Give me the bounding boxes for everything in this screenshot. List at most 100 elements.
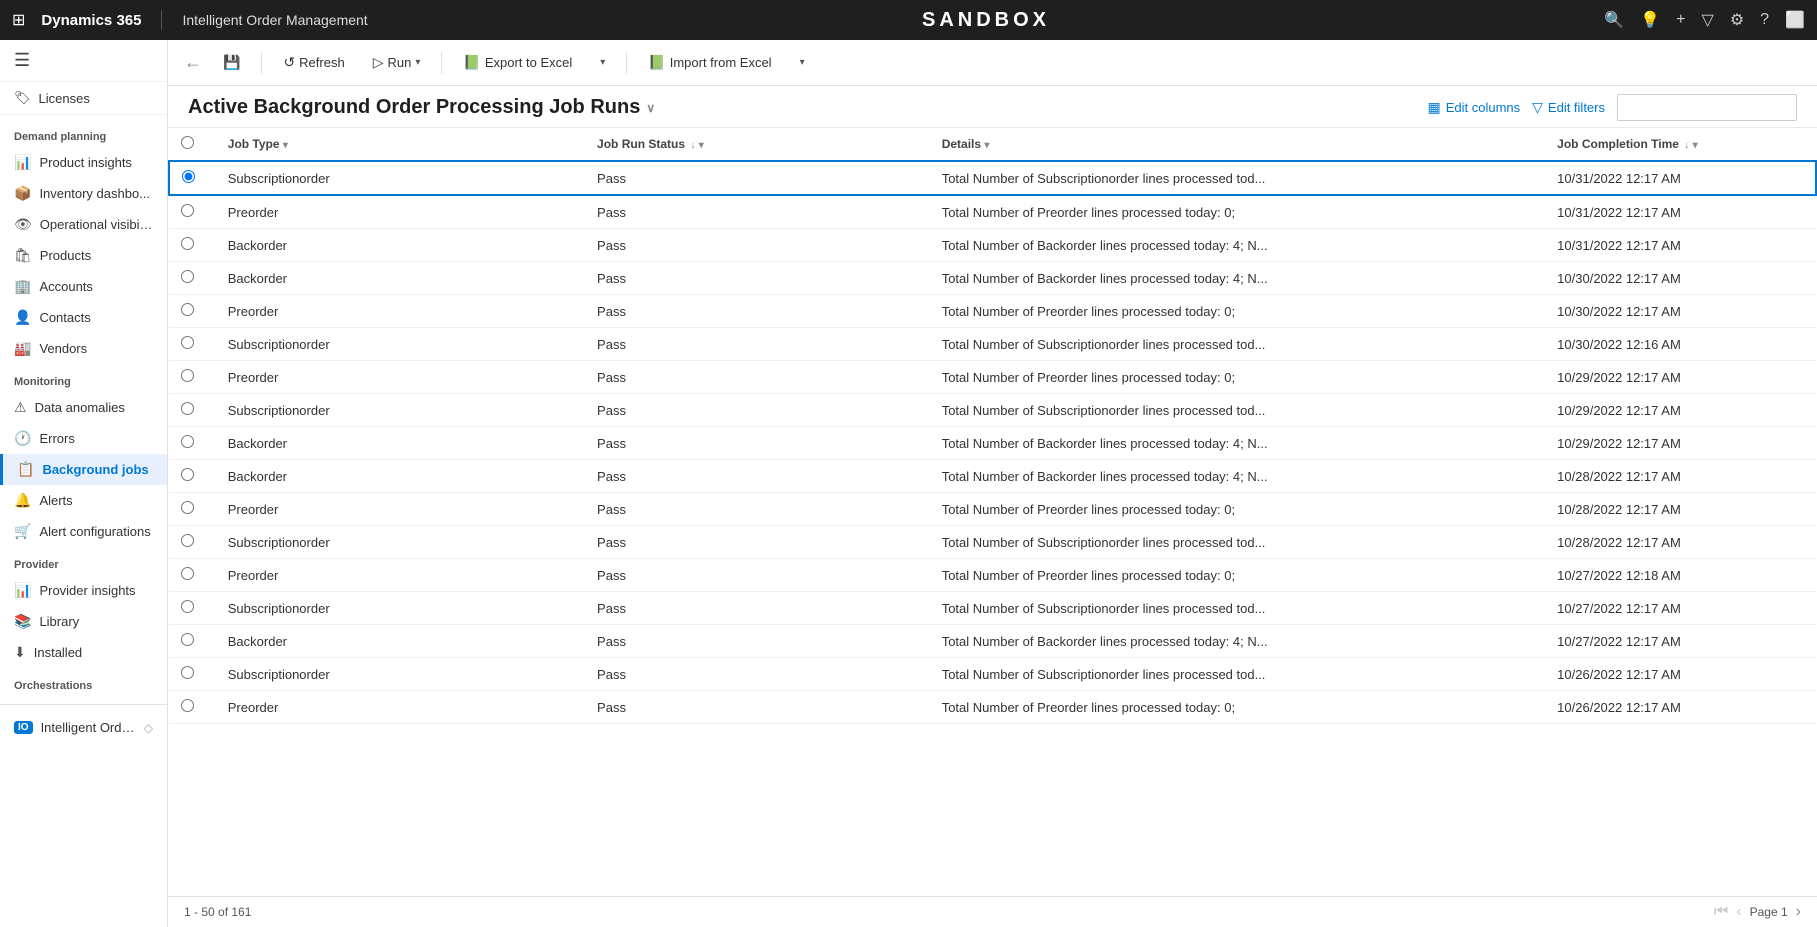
run-button[interactable]: ▷ Run ▾ [362,48,432,77]
table-row[interactable]: Subscriptionorder Pass Total Number of S… [169,161,1816,195]
sidebar-item-accounts[interactable]: 🏢 Accounts [0,271,167,302]
row-checkbox-cell [169,295,216,328]
row-checkbox[interactable] [181,567,194,580]
sidebar-item-provider-insights[interactable]: 📊 Provider insights [0,575,167,606]
table-row[interactable]: Backorder Pass Total Number of Backorder… [169,229,1816,262]
sidebar-item-installed[interactable]: ⬇ Installed [0,637,167,668]
details-cell: Total Number of Preorder lines processed… [930,195,1545,229]
row-checkbox[interactable] [181,600,194,613]
search-input[interactable] [1617,94,1797,121]
sidebar-item-data-anomalies[interactable]: ⚠ Data anomalies [0,392,167,423]
job-status-filter[interactable]: ▾ [699,140,704,151]
table-row[interactable]: Subscriptionorder Pass Total Number of S… [169,526,1816,559]
edit-filters-link[interactable]: ▽ Edit filters [1532,99,1605,116]
sidebar-item-library[interactable]: 📚 Library [0,606,167,637]
row-checkbox[interactable] [181,336,194,349]
first-page-button[interactable]: ⏮ [1714,903,1728,921]
sidebar-item-operational-visibility[interactable]: 👁 Operational visibil... [0,209,167,240]
row-checkbox[interactable] [181,204,194,217]
row-checkbox[interactable] [181,402,194,415]
hamburger-menu[interactable]: ☰ [0,40,167,82]
time-filter[interactable]: ▾ [1693,140,1698,151]
job-completion-time-column-header[interactable]: Job Completion Time ↓ ▾ [1545,128,1816,161]
edit-columns-link[interactable]: ▦ Edit columns [1427,99,1520,116]
details-cell: Total Number of Backorder lines processe… [930,262,1545,295]
row-checkbox[interactable] [181,270,194,283]
lightbulb-icon[interactable]: 💡 [1640,10,1660,30]
job-type-filter[interactable]: ▾ [283,140,288,151]
filter-icon[interactable]: ▽ [1702,10,1714,30]
remote-icon[interactable]: ⬜ [1785,10,1805,30]
row-checkbox[interactable] [181,699,194,712]
row-checkbox[interactable] [181,369,194,382]
row-checkbox[interactable] [181,534,194,547]
details-cell: Total Number of Subscriptionorder lines … [930,592,1545,625]
export-button[interactable]: 📗 Export to Excel [452,48,583,77]
import-dropdown-button[interactable]: ▾ [789,51,816,74]
refresh-icon: ↺ [283,54,295,71]
table-row[interactable]: Subscriptionorder Pass Total Number of S… [169,592,1816,625]
table-row[interactable]: Backorder Pass Total Number of Backorder… [169,262,1816,295]
back-button[interactable]: ← [184,52,202,73]
details-filter[interactable]: ▾ [984,140,989,151]
table-row[interactable]: Preorder Pass Total Number of Preorder l… [169,361,1816,394]
row-checkbox[interactable] [182,170,195,183]
run-dropdown-arrow[interactable]: ▾ [415,57,420,68]
table-row[interactable]: Preorder Pass Total Number of Preorder l… [169,493,1816,526]
grid-menu-button[interactable]: ⊞ [12,10,25,30]
import-button[interactable]: 📗 Import from Excel [637,48,782,77]
errors-label: Errors [39,431,74,446]
sidebar-item-licenses[interactable]: 🏷 Licenses [0,82,167,115]
row-checkbox[interactable] [181,435,194,448]
table-row[interactable]: Preorder Pass Total Number of Preorder l… [169,559,1816,592]
next-page-button[interactable]: › [1796,903,1801,921]
inventory-icon: 📦 [14,185,31,202]
sidebar-item-alerts[interactable]: 🔔 Alerts [0,485,167,516]
job-type-cell: Subscriptionorder [216,526,585,559]
prev-page-button[interactable]: ‹ [1736,903,1741,921]
details-column-header[interactable]: Details ▾ [930,128,1545,161]
run-label: Run [387,55,411,70]
export-dropdown-button[interactable]: ▾ [589,51,616,74]
io-diamond-icon: ◇ [144,721,153,735]
add-icon[interactable]: + [1676,11,1685,29]
table-row[interactable]: Backorder Pass Total Number of Backorder… [169,460,1816,493]
sidebar-item-products[interactable]: 🛍 Products [0,240,167,271]
refresh-button[interactable]: ↺ Refresh [272,48,355,77]
row-checkbox[interactable] [181,666,194,679]
table-row[interactable]: Subscriptionorder Pass Total Number of S… [169,394,1816,427]
sidebar-item-contacts[interactable]: 👤 Contacts [0,302,167,333]
sidebar-item-background-jobs[interactable]: 📋 Background jobs [0,454,167,485]
row-checkbox[interactable] [181,303,194,316]
sidebar-bottom-item-io[interactable]: IO Intelligent Order ... ◇ [0,713,167,742]
page-title-chevron[interactable]: ∨ [646,101,655,115]
sidebar-item-errors[interactable]: 🕐 Errors [0,423,167,454]
sidebar-item-alert-configurations[interactable]: 🛒 Alert configurations [0,516,167,547]
row-checkbox[interactable] [181,633,194,646]
table-row[interactable]: Subscriptionorder Pass Total Number of S… [169,328,1816,361]
table-row[interactable]: Preorder Pass Total Number of Preorder l… [169,691,1816,724]
settings-icon[interactable]: ⚙ [1730,10,1744,30]
brand-label: Dynamics 365 [41,12,141,29]
table-row[interactable]: Subscriptionorder Pass Total Number of S… [169,658,1816,691]
table-row[interactable]: Preorder Pass Total Number of Preorder l… [169,295,1816,328]
select-all-checkbox[interactable] [181,136,194,149]
table-row[interactable]: Preorder Pass Total Number of Preorder l… [169,195,1816,229]
sidebar-bottom: IO Intelligent Order ... ◇ [0,704,167,742]
search-icon[interactable]: 🔍 [1604,10,1624,30]
job-type-cell: Subscriptionorder [216,592,585,625]
save-button[interactable]: 💾 [212,48,251,77]
sidebar-item-product-insights[interactable]: 📊 Product insights [0,147,167,178]
job-type-column-header[interactable]: Job Type ▾ [216,128,585,161]
sidebar-item-inventory-dashboard[interactable]: 📦 Inventory dashbo... [0,178,167,209]
row-checkbox[interactable] [181,501,194,514]
table-row[interactable]: Backorder Pass Total Number of Backorder… [169,625,1816,658]
completion-time-cell: 10/30/2022 12:16 AM [1545,328,1816,361]
job-run-status-column-header[interactable]: Job Run Status ↓ ▾ [585,128,930,161]
row-checkbox[interactable] [181,468,194,481]
help-icon[interactable]: ? [1760,11,1769,29]
table-row[interactable]: Backorder Pass Total Number of Backorder… [169,427,1816,460]
row-checkbox[interactable] [181,237,194,250]
details-cell: Total Number of Backorder lines processe… [930,625,1545,658]
sidebar-item-vendors[interactable]: 🏭 Vendors [0,333,167,364]
